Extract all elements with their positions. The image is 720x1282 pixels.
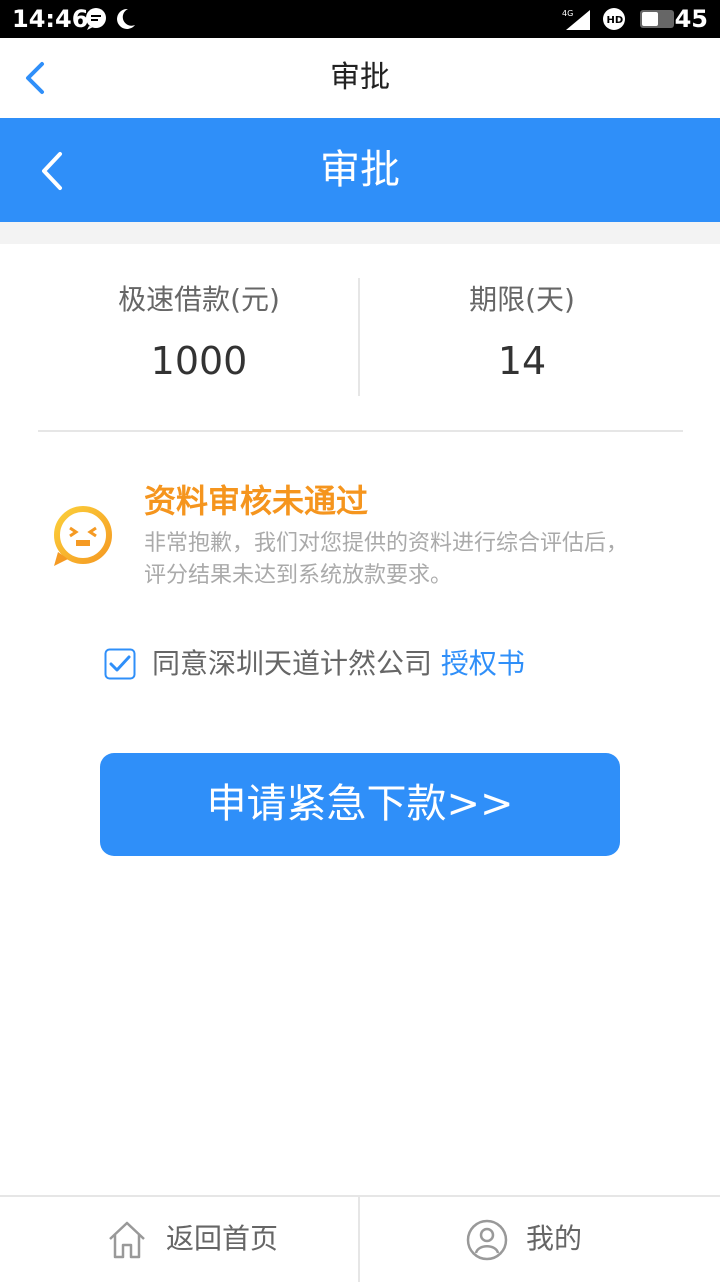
moon-icon	[114, 7, 136, 35]
bottom-nav: 返回首页 我的	[0, 1195, 720, 1282]
loan-term-value: 14	[497, 339, 547, 383]
section-gap	[0, 222, 720, 244]
apply-button[interactable]: 申请紧急下款>>	[100, 753, 620, 856]
status-time: 14:46	[12, 5, 89, 33]
svg-text:4G: 4G	[562, 9, 573, 18]
home-icon	[106, 1219, 148, 1261]
blue-header: 审批	[0, 118, 720, 222]
review-fail-line-1: 非常抱歉，我们对您提供的资料进行综合评估后，	[144, 531, 629, 556]
tab-home[interactable]: 返回首页	[0, 1197, 358, 1282]
header-title: 审批	[320, 147, 400, 193]
battery-level: 45	[674, 5, 708, 33]
tab-mine-label: 我的	[526, 1222, 583, 1255]
message-icon	[84, 8, 108, 34]
hd-icon: HD	[602, 7, 626, 35]
loan-term-label: 期限(天)	[469, 283, 575, 316]
signal-4g-icon: 4G	[562, 8, 592, 34]
tab-home-label: 返回首页	[166, 1222, 279, 1255]
loan-amount-value: 1000	[150, 339, 248, 383]
loan-amount: 极速借款(元) 1000	[20, 280, 378, 388]
review-fail-description: 非常抱歉，我们对您提供的资料进行综合评估后， 评分结果未达到系统放款要求。	[144, 528, 704, 592]
status-bar: 14:46 4G HD 45	[0, 0, 720, 38]
sad-face-icon	[48, 504, 114, 570]
tab-mine[interactable]: 我的	[360, 1197, 718, 1282]
top-nav-bar: 审批	[0, 38, 720, 118]
agreement-label: 同意深圳天道计然公司	[152, 647, 433, 680]
svg-text:HD: HD	[607, 15, 624, 26]
review-fail-line-2: 评分结果未达到系统放款要求。	[144, 563, 453, 588]
review-fail-title: 资料审核未通过	[144, 482, 369, 520]
user-icon	[466, 1219, 508, 1261]
agreement-text: 同意深圳天道计然公司 授权书	[152, 644, 525, 684]
agree-checkbox[interactable]	[104, 648, 136, 680]
authorization-link[interactable]: 授权书	[441, 647, 525, 680]
page-title: 审批	[330, 60, 390, 95]
battery-icon	[640, 10, 676, 32]
loan-amount-label: 极速借款(元)	[118, 283, 280, 316]
loan-term: 期限(天) 14	[343, 280, 701, 388]
section-divider	[38, 430, 683, 432]
